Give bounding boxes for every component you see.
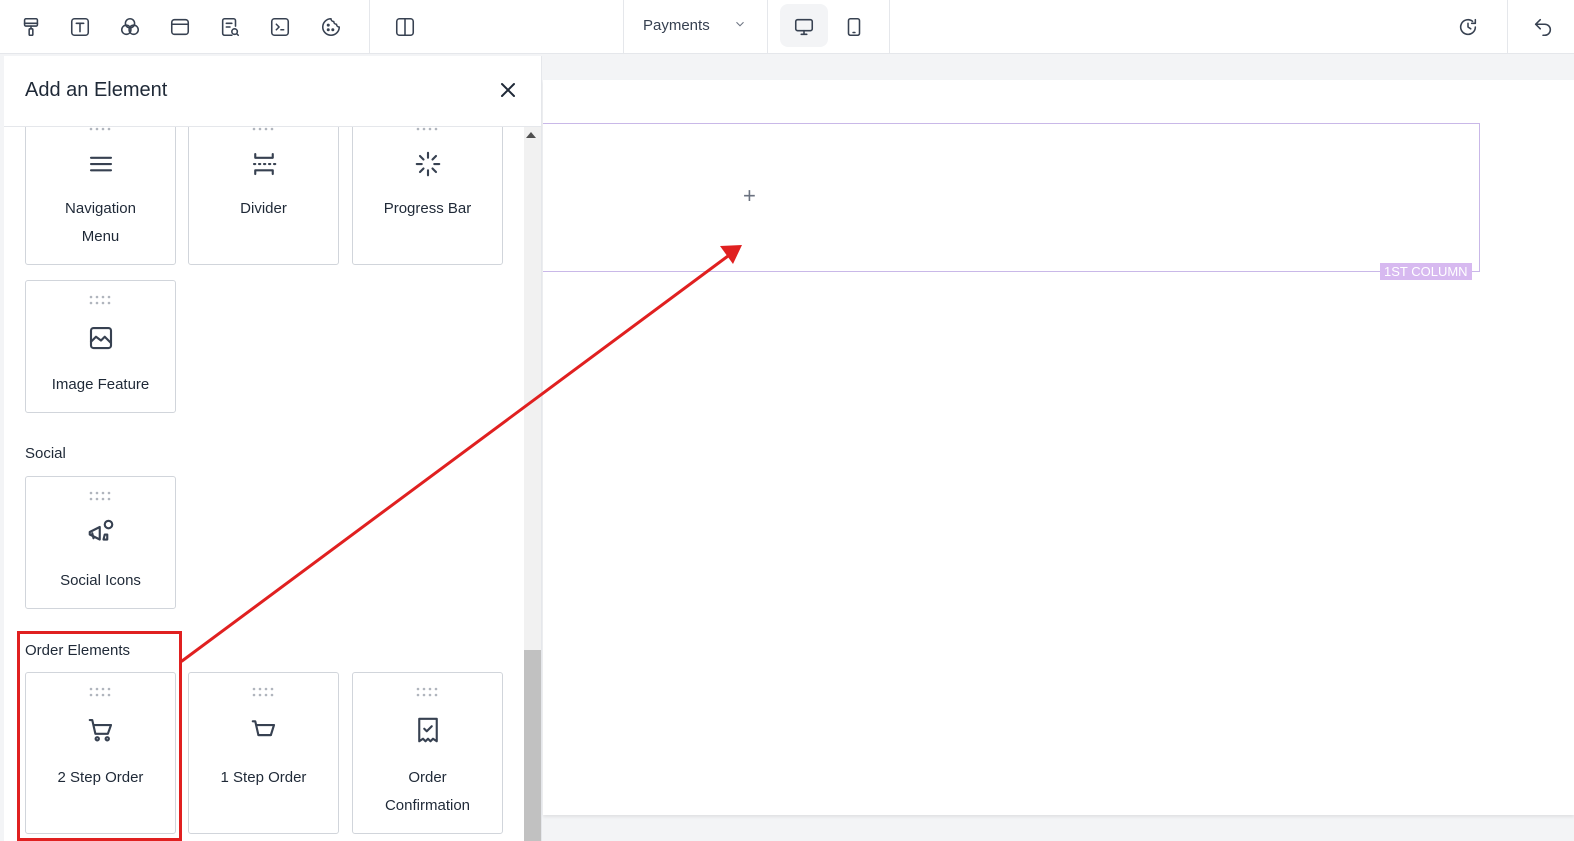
basket-icon bbox=[249, 715, 279, 745]
card-label: Progress Bar bbox=[383, 200, 472, 217]
section-title-social: Social bbox=[25, 445, 66, 462]
funnel-step-dropdown[interactable]: Payments bbox=[643, 17, 710, 34]
card-label: Order bbox=[408, 769, 447, 786]
drag-handle-icon[interactable] bbox=[89, 292, 113, 305]
drag-handle-icon[interactable] bbox=[416, 684, 440, 697]
card-label: Divider bbox=[240, 200, 287, 217]
toolbar-divider bbox=[889, 0, 890, 54]
top-toolbar: Payments bbox=[0, 0, 1574, 54]
text-icon[interactable] bbox=[64, 11, 96, 43]
desktop-icon[interactable] bbox=[788, 11, 820, 43]
terminal-icon[interactable] bbox=[264, 11, 296, 43]
page-search-icon[interactable] bbox=[214, 11, 246, 43]
card-label: Navigation bbox=[65, 200, 136, 217]
megaphone-icon bbox=[86, 517, 116, 547]
add-element-plus[interactable]: + bbox=[743, 185, 756, 207]
element-card-navigation-menu[interactable]: Navigation Menu bbox=[25, 106, 176, 265]
element-card-progress-bar[interactable]: Progress Bar bbox=[352, 106, 503, 265]
cookie-icon[interactable] bbox=[315, 11, 347, 43]
undo-icon[interactable] bbox=[1527, 11, 1559, 43]
toolbar-divider bbox=[767, 0, 768, 54]
element-card-image-feature[interactable]: Image Feature bbox=[25, 280, 176, 413]
mobile-icon[interactable] bbox=[838, 11, 870, 43]
panel-scrollbar-thumb[interactable] bbox=[524, 650, 541, 841]
column-label: 1ST COLUMN bbox=[1380, 263, 1472, 280]
panel-header: Add an Element bbox=[4, 56, 541, 127]
card-label: Social Icons bbox=[60, 572, 141, 589]
element-card-1-step-order[interactable]: 1 Step Order bbox=[188, 672, 339, 834]
drag-handle-icon[interactable] bbox=[252, 684, 276, 697]
close-icon[interactable] bbox=[496, 78, 522, 104]
card-label: 1 Step Order bbox=[220, 769, 307, 786]
split-view-icon[interactable] bbox=[389, 11, 421, 43]
element-card-order-confirmation[interactable]: Order Confirmation bbox=[352, 672, 503, 834]
image-icon bbox=[86, 323, 116, 353]
element-card-social-icons[interactable]: Social Icons bbox=[25, 476, 176, 609]
toolbar-divider bbox=[369, 0, 370, 54]
card-label: Menu bbox=[81, 228, 120, 245]
receipt-check-icon bbox=[413, 715, 443, 745]
divider-icon bbox=[249, 149, 279, 179]
card-label: Confirmation bbox=[384, 797, 471, 814]
drag-handle-icon[interactable] bbox=[89, 488, 113, 501]
panel-title: Add an Element bbox=[25, 79, 168, 101]
loader-icon bbox=[413, 149, 443, 179]
card-label: Image Feature bbox=[51, 376, 150, 393]
first-column-dropzone[interactable] bbox=[543, 123, 1480, 272]
menu-lines-icon bbox=[86, 149, 116, 179]
element-card-divider[interactable]: Divider bbox=[188, 106, 339, 265]
annotation-highlight-box bbox=[17, 631, 182, 841]
scroll-up-arrow-icon[interactable] bbox=[526, 132, 536, 138]
toolbar-divider bbox=[1507, 0, 1508, 54]
toolbar-divider bbox=[623, 0, 624, 54]
history-icon[interactable] bbox=[1452, 11, 1484, 43]
card-icon[interactable] bbox=[164, 11, 196, 43]
paint-roller-icon[interactable] bbox=[15, 11, 47, 43]
chevron-down-icon[interactable] bbox=[733, 17, 749, 33]
color-circles-icon[interactable] bbox=[114, 11, 146, 43]
